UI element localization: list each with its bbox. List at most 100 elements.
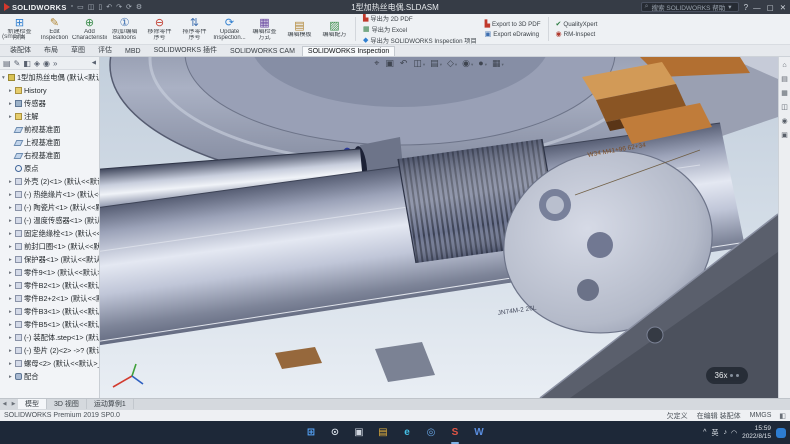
rm-inspect-button[interactable]: ◉ RM-Inspect (556, 30, 598, 38)
undo-icon[interactable]: ↶ (106, 3, 112, 11)
tree-item[interactable]: ▸ 固定绝缘栓<1> (默认<<默认>_显 (0, 227, 99, 240)
new-document-icon[interactable]: ▫ (71, 3, 73, 11)
document-tab[interactable]: 3D 视图 (47, 399, 87, 409)
custom-properties-tab-icon[interactable]: ▣ (781, 131, 788, 139)
add-characteristic-button[interactable]: ⊕ Add Characteristic (72, 15, 107, 43)
command-tab[interactable]: SOLIDWORKS CAM (224, 46, 301, 56)
configurationmanager-tab-icon[interactable]: ◧ (23, 59, 31, 68)
help-button[interactable]: ? (744, 3, 748, 12)
export-inspection-project-button[interactable]: ◆ 导出为 SOLIDWORKS Inspection 项目 (363, 36, 477, 45)
view-palette-tab-icon[interactable]: ◫ (781, 103, 788, 111)
hide-show-items-icon[interactable]: ◉▾ (462, 58, 473, 68)
tree-item[interactable]: ▸ (-) 陶瓷片<1> (默认<<默认>_显示 (0, 201, 99, 214)
command-tab[interactable]: 布局 (38, 43, 64, 56)
tree-item[interactable]: ▸ 保护器<1> (默认<<默认>_显示状 (0, 253, 99, 266)
previous-view-icon[interactable]: ↶ (400, 58, 409, 68)
document-tab[interactable]: 运动算例1 (87, 399, 134, 409)
edit-appearance-icon[interactable]: ●▾ (478, 58, 487, 68)
network-icon[interactable]: ◠ (731, 429, 737, 437)
file-explorer-tab-icon[interactable]: ▦ (781, 89, 788, 97)
ime-indicator[interactable]: 英 (711, 428, 718, 438)
edit-inspection-method-button[interactable]: ▦ 编辑检查 方式 (247, 15, 282, 43)
tree-item[interactable]: ▸ 零件B5<1> (默认<<默认>_显示 (0, 318, 99, 331)
tree-item[interactable]: ▸ 前封口圈<1> (默认<<默认>_显示 (0, 240, 99, 253)
model-small-parts[interactable] (275, 342, 435, 382)
displaymanager-tab-icon[interactable]: ◉ (43, 59, 50, 68)
tree-item[interactable]: 前视基准面 (0, 123, 99, 136)
command-tab[interactable]: SOLIDWORKS Inspection (302, 46, 395, 56)
zoom-fit-icon[interactable]: ⌖ (374, 58, 380, 68)
volume-icon[interactable]: ♪ (723, 429, 727, 437)
featuremanager-tree-tab-icon[interactable]: ▤ (3, 59, 11, 68)
command-tab[interactable]: SOLIDWORKS 插件 (148, 43, 223, 56)
tree-item[interactable]: ▸ 零件B2<1> (默认<<默认>_显示 (0, 279, 99, 292)
tree-item[interactable]: 右视基准面 (0, 149, 99, 162)
status-tag-icon[interactable]: ◧ (779, 412, 786, 420)
tree-item[interactable]: ▸ 注解 (0, 110, 99, 123)
remove-balloons-button[interactable]: ⊖ 移除零件 序号 (142, 15, 177, 43)
tree-item[interactable]: ▸ (-) 热绝缘片<1> (默认<<默认>_显 (0, 188, 99, 201)
edit-inspection-project-button[interactable]: ✎ Edit Inspection (37, 15, 72, 43)
graphics-viewport[interactable]: W34 M41+96 62+34 JN74M-2 26L (100, 57, 778, 398)
solidworks-logo[interactable]: SOLIDWORKS (0, 3, 71, 12)
close-button[interactable]: ✕ (780, 3, 786, 12)
tree-item[interactable]: ▸ (-) 温度传感器<1> (默认<<默认 (0, 214, 99, 227)
clock[interactable]: 15:59 2022/8/15 (742, 425, 771, 440)
export-edrawing-button[interactable]: ▣ Export eDrawing (485, 30, 541, 38)
taskbar-start-button[interactable]: ⊞ (303, 425, 319, 441)
tabs-scroll-left-icon[interactable]: ◀ (0, 399, 9, 409)
tree-item[interactable]: ▸ 配合 (0, 370, 99, 383)
edit-recipe-button[interactable]: ▨ 编辑配方 (317, 15, 352, 43)
export-excel-button[interactable]: ▦ 导出为 Excel (363, 25, 477, 34)
resources-tab-icon[interactable]: ⌂ (782, 62, 786, 69)
insert-balloons-button[interactable]: ① 添加/编辑 Balloons (107, 15, 142, 43)
taskbar-edge-icon[interactable]: e (399, 425, 415, 441)
tree-item[interactable]: 原点 (0, 162, 99, 175)
qualityxpert-button[interactable]: ✔ QualityXpert (556, 20, 598, 28)
taskbar-browser-icon[interactable]: ◎ (423, 425, 439, 441)
save-icon[interactable]: ◫ (88, 3, 95, 11)
tree-item[interactable]: ▸ 零件B3<1> (默认<<默认>_显示 (0, 305, 99, 318)
tree-item[interactable]: 上视基准面 (0, 136, 99, 149)
display-style-icon[interactable]: ◇▾ (447, 58, 457, 68)
help-search-input[interactable]: ⌕ 搜索 SOLIDWORKS 帮助 ▾ (641, 2, 739, 12)
search-caret-icon[interactable]: ▾ (728, 3, 731, 11)
tree-item[interactable]: ▸ 传感器 (0, 97, 99, 110)
maximize-button[interactable]: ▢ (767, 3, 774, 12)
open-document-icon[interactable]: ▭ (77, 3, 84, 11)
tree-item[interactable]: ▸ History (0, 84, 99, 97)
command-tab[interactable]: 草图 (65, 43, 91, 56)
tree-item[interactable]: ▸ 零件B2+2<1> (默认<<默认>_显 (0, 292, 99, 305)
update-inspection-project-button[interactable]: ⟳ Update Inspection... (212, 15, 247, 43)
edit-template-button[interactable]: ▤ 编辑模板 (282, 15, 317, 43)
tree-item[interactable]: ▾ 1型加热丝电偶 (默认<默认>_显示状态-1) (0, 71, 99, 84)
command-tab[interactable]: MBD (119, 46, 147, 56)
redo-icon[interactable]: ↷ (116, 3, 122, 11)
view-orientation-icon[interactable]: ▤▾ (430, 58, 442, 68)
dimxpertmanager-tab-icon[interactable]: ◈ (34, 59, 40, 68)
minimize-button[interactable]: — (753, 3, 761, 12)
print-icon[interactable]: ▯ (98, 3, 102, 11)
command-tab[interactable]: 评估 (92, 43, 118, 56)
appearances-tab-icon[interactable]: ◉ (781, 117, 787, 125)
taskbar-task-view-icon[interactable]: ▣ (351, 425, 367, 441)
rebuild-icon[interactable]: ⟳ (126, 3, 132, 11)
tree-item[interactable]: ▸ 螺母<2> (默认<<默认>_显示状 (0, 357, 99, 370)
options-icon[interactable]: ⚙ (136, 3, 142, 11)
panel-collapse-arrow[interactable]: ◀ (92, 60, 96, 66)
tree-item[interactable]: ▸ 外壳 (2)<1> (默认<<默认>_显示状 (0, 175, 99, 188)
export-2d-pdf-button[interactable]: ▙ 导出为 2D PDF (363, 14, 477, 23)
design-library-tab-icon[interactable]: ▤ (781, 75, 788, 83)
taskbar-solidworks-icon[interactable]: S (447, 425, 463, 441)
sort-balloons-button[interactable]: ⇅ 排序零件 序号 (177, 15, 212, 43)
zoom-area-icon[interactable]: ▣ (385, 58, 395, 68)
taskbar-word-icon[interactable]: W (471, 425, 487, 441)
tree-item[interactable]: ▸ 零件9<1> (默认<<默认>_显示状 (0, 266, 99, 279)
notifications-badge[interactable] (776, 428, 786, 438)
tree-item[interactable]: ▸ (-) 垫片 (2)<2> ->? (默认<<默认> (0, 344, 99, 357)
propertymanager-tab-icon[interactable]: ✎ (14, 59, 21, 68)
taskbar-file-explorer-icon[interactable]: ▤ (375, 425, 391, 441)
hidden-icons-chevron[interactable]: ^ (703, 429, 706, 436)
tabs-scroll-right-icon[interactable]: ▶ (9, 399, 18, 409)
tree-item[interactable]: ▸ (-) 装配体.step<1> (默认<<默认 (0, 331, 99, 344)
